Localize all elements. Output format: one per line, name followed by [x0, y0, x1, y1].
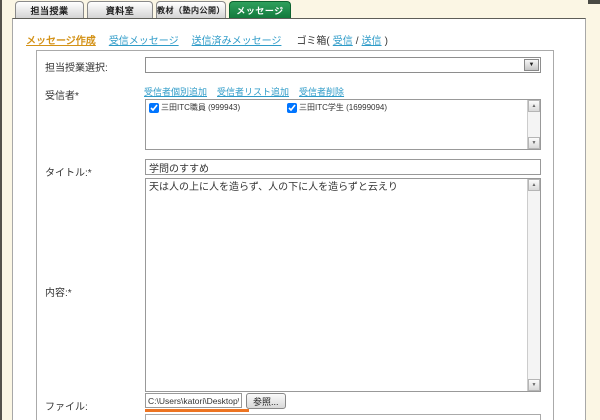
tab-teaching-materials[interactable]: 教材（塾内公開）	[156, 1, 226, 18]
recipient-action-links: 受信者個別追加 受信者リスト追加 受信者削除	[144, 85, 344, 98]
chevron-down-icon: ▼	[529, 62, 535, 68]
recipient-student-label: 三田ITC学生 (16999094)	[299, 102, 387, 113]
class-select-label: 担当授業選択:	[45, 59, 145, 74]
tab-document-room[interactable]: 資料室	[87, 1, 153, 18]
recipient-staff-checkbox[interactable]	[149, 103, 159, 113]
message-body-text: 天は人の上に人を造らず、人の下に人を造らずと云えり	[149, 181, 524, 194]
trash-label: ゴミ箱(	[296, 36, 329, 47]
recipient-item-staff[interactable]: 三田ITC職員 (999943)	[149, 102, 240, 113]
class-select-dropdown[interactable]: ▼	[145, 57, 541, 73]
trash-separator: /	[356, 36, 359, 47]
recipient-staff-label: 三田ITC職員 (999943)	[161, 102, 240, 113]
trash-received-link[interactable]: 受信	[333, 36, 353, 47]
scroll-down-icon[interactable]: ▼	[528, 137, 540, 149]
content-label: 内容:*	[45, 284, 145, 299]
lms-message-page: メッセージ作成 受信メッセージ 送信済みメッセージ ゴミ箱( 受信/送信) 担当授…	[0, 0, 600, 420]
subnav-compose-link[interactable]: メッセージ作成	[26, 32, 96, 47]
delete-recipient-link[interactable]: 受信者削除	[299, 85, 344, 98]
scroll-down-icon[interactable]: ▼	[528, 379, 540, 391]
subnav-trash-group: ゴミ箱( 受信/送信)	[296, 32, 387, 47]
recipient-student-checkbox[interactable]	[287, 103, 297, 113]
tab-assigned-classes[interactable]: 担当授業	[15, 1, 84, 18]
file-label: ファイル:	[45, 398, 145, 413]
tab-messages[interactable]: メッセージ	[229, 1, 291, 18]
subnav-inbox-link[interactable]: 受信メッセージ	[109, 32, 179, 47]
browse-button[interactable]: 参照...	[246, 393, 286, 409]
content-panel: メッセージ作成 受信メッセージ 送信済みメッセージ ゴミ箱( 受信/送信) 担当授…	[12, 18, 586, 420]
window-left-border	[0, 0, 2, 420]
dropdown-arrow-button[interactable]: ▼	[524, 59, 539, 71]
main-tabbar: 担当授業 資料室 教材（塾内公開） メッセージ	[12, 0, 586, 18]
listbox-scrollbar[interactable]: ▲ ▼	[527, 100, 540, 149]
title-input[interactable]	[145, 159, 541, 175]
scroll-up-icon[interactable]: ▲	[528, 100, 540, 112]
recipient-listbox[interactable]: 三田ITC職員 (999943) 三田ITC学生 (16999094) ▲ ▼	[145, 99, 541, 150]
annotation-highlight-underline	[145, 409, 249, 412]
add-recipient-list-link[interactable]: 受信者リスト追加	[217, 85, 289, 98]
title-label: タイトル:*	[45, 164, 145, 179]
recipients-label: 受信者*	[45, 87, 145, 102]
compose-form-panel: 担当授業選択: ▼ 受信者* 受信者個別追加 受信者リスト追加 受信者削除 三田…	[36, 50, 554, 420]
partial-next-field	[145, 414, 541, 420]
trash-close-paren: )	[385, 36, 388, 47]
message-body-textarea[interactable]: 天は人の上に人を造らず、人の下に人を造らずと云えり ▲ ▼	[145, 178, 541, 392]
file-path-input[interactable]	[145, 393, 242, 408]
window-corner-artifact	[588, 0, 600, 4]
recipient-item-student[interactable]: 三田ITC学生 (16999094)	[287, 102, 387, 113]
add-individual-recipient-link[interactable]: 受信者個別追加	[144, 85, 207, 98]
trash-sent-link[interactable]: 送信	[362, 36, 382, 47]
scroll-up-icon[interactable]: ▲	[528, 179, 540, 191]
subnav-sent-link[interactable]: 送信済みメッセージ	[192, 32, 282, 47]
message-subnav: メッセージ作成 受信メッセージ 送信済みメッセージ ゴミ箱( 受信/送信)	[26, 32, 388, 47]
textarea-scrollbar[interactable]: ▲ ▼	[527, 179, 540, 391]
